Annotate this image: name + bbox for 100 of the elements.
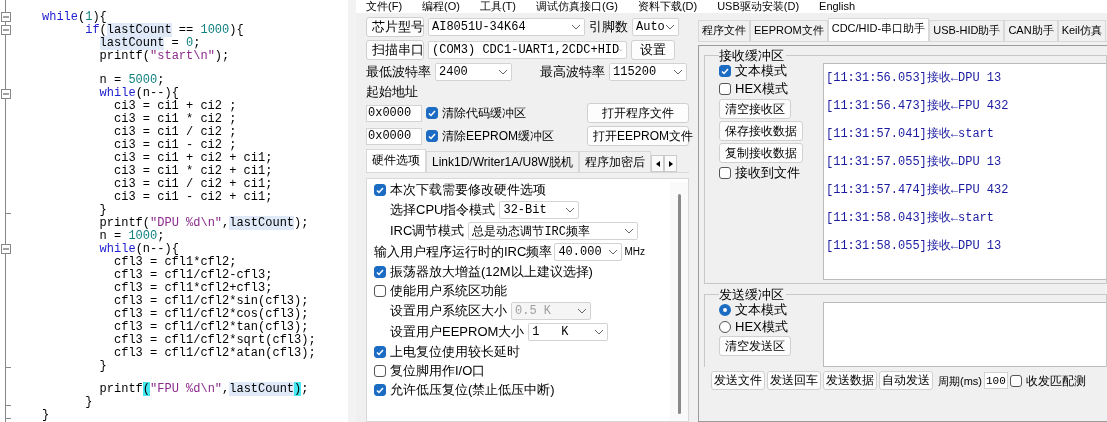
code-line: ci3 = ci1 * ci2 + ci1; [113,164,274,178]
code-line: ci3 = ci1 * ci2 ; [113,112,238,126]
code-line: cfl3 = cfl1/cfl2*atan(cfl3); [113,346,316,360]
code-line: } [42,409,51,422]
code-line: } [84,396,94,409]
radio-button[interactable] [719,304,731,316]
checkbox[interactable] [374,384,386,396]
settings-button[interactable]: 设置 [631,40,675,60]
group-title: 发送缓冲区 [719,287,786,302]
check-icon [376,386,384,394]
tab[interactable]: CDC/HID-串口助手 [827,18,930,41]
checkbox-label: 文本模式 [735,63,787,79]
checkbox[interactable] [374,365,386,377]
menu-item[interactable]: 工具(T) [479,0,516,13]
tab[interactable]: USB-HID助手 [929,20,1005,41]
checkbox[interactable] [426,107,438,119]
menu-item[interactable]: English [819,0,856,13]
clear-send-button[interactable]: 清空发送区 [719,336,791,356]
code-line: cfl3 = cfl1/cfl2*tan(cfl3); [113,320,309,334]
send-action-button[interactable]: 自动发送 [879,371,933,390]
max-baud-label: 最高波特率 [540,64,605,80]
frequency-combo[interactable]: 40.000 [554,243,623,261]
checkbox[interactable] [374,346,386,358]
radio-button[interactable] [719,321,731,333]
period-field[interactable]: 100 [984,372,1008,389]
checkbox-label: 接收到文件 [735,165,800,181]
dropdown[interactable]: AI8051U-34K64 [428,18,585,36]
address-field[interactable]: 0x0000 [366,104,422,122]
checkbox-label: 复位脚用作I/O口 [390,363,486,379]
scroll-left-icon[interactable] [651,155,665,172]
menu-item[interactable]: 资料下载(D) [637,0,698,13]
code-line: cfl3 = cfl1/cfl2*sin(cfl3); [113,294,310,308]
checkbox[interactable] [719,65,731,77]
scroll-right-icon[interactable] [664,155,678,172]
checkbox[interactable] [719,83,731,95]
check-icon [376,186,384,194]
option-label: 选择CPU指令模式 [390,202,496,218]
fold-icon[interactable] [1,243,11,254]
checkbox-label: 清除代码缓冲区 [442,105,526,121]
receive-button[interactable]: 保存接收数据 [719,121,803,141]
menu-item[interactable]: 编程(O) [422,0,460,13]
checkbox-label: 振荡器放大增益(12M以上建议选择) [390,264,593,280]
checkbox-label: 上电复位使用较长延时 [390,344,520,360]
dropdown[interactable]: 32-Bit [499,201,580,219]
tab[interactable]: Link1D/Writer1A/U8W脱机 [426,151,580,172]
checkbox[interactable] [719,167,731,179]
menu-item[interactable]: 调试仿真接口(G) [536,0,618,13]
option-label: 输入用户程序运行时的IRC频率 [374,244,553,260]
code-line: ci3 = ci1 + ci2 + ci1; [113,151,274,165]
tab[interactable]: 硬件选项 [366,149,426,172]
dropdown[interactable]: (COM3) CDC1-UART1,2CDC+HID [428,41,627,59]
send-field[interactable] [823,302,1106,367]
checkbox[interactable] [374,285,386,297]
code-line: ci3 = ci1 + ci2 ; [113,99,238,113]
radio-label: 文本模式 [735,302,787,318]
fold-end-icon [5,360,11,368]
dropdown[interactable]: 115200 [609,63,687,81]
code-line: cfl3 = cfl1*cfl2; [113,255,237,269]
chip-button[interactable]: 芯片型号 [366,17,424,37]
tab[interactable]: 程序加密后 [579,151,652,172]
checkbox[interactable] [1010,374,1022,387]
send-action-button[interactable]: 发送回车 [767,371,821,390]
tab[interactable]: CAN助手 [1004,20,1058,41]
fold-icon[interactable] [1,12,11,23]
send-action-button[interactable]: 发送文件 [711,371,765,390]
tab[interactable]: EEPROM文件 [750,20,828,41]
fold-icon[interactable] [1,89,11,100]
checkbox[interactable] [426,130,438,142]
checkbox[interactable] [374,266,386,278]
log-line: [11:31:56.053]接收←DPU 13 [826,70,1003,84]
dropdown[interactable]: Auto [632,18,679,36]
code-line: } [98,203,107,217]
log-line: [11:31:57.055]接收←DPU 13 [826,154,1003,168]
check-icon [721,67,729,75]
dropdown[interactable]: 1 K [528,323,609,341]
dropdown[interactable]: 总是动态调节IRC频率 [468,222,639,240]
dropdown[interactable]: 2400 [435,63,512,81]
radio-label: HEX模式 [735,319,788,335]
send-action-button[interactable]: 发送数据 [823,371,877,390]
option-label: IRC调节模式 [390,223,465,239]
checkbox-label: 使能用户系统区功能 [390,283,507,299]
code-line: cfl3 = cfl1/cfl2*cos(cfl3); [113,307,310,321]
tab[interactable]: 程序文件 [698,20,750,41]
fold-icon[interactable] [1,25,11,36]
log-line: [11:31:58.055]接收←DPU 13 [826,238,1003,252]
receive-button[interactable]: 清空接收区 [719,99,791,119]
menu-item[interactable]: 文件(F) [366,0,403,13]
address-field[interactable]: 0x0000 [366,127,422,145]
open-file-button[interactable]: 打开程序文件 [587,103,689,123]
scan-port-button[interactable]: 扫描串口 [366,40,424,60]
min-baud-label: 最低波特率 [366,64,431,80]
log-line: [11:31:56.473]接收←FPU 432 [826,98,1010,112]
menu-item[interactable]: USB驱动安装(D) [717,0,800,13]
receive-button[interactable]: 复制接收数据 [719,143,803,163]
code-line: printf("FPU %d\n",lastCount); [98,383,310,396]
checkbox[interactable] [374,184,386,196]
check-icon [428,132,436,140]
unit-label: MHz [624,245,645,259]
tab[interactable]: Keil仿真 [1057,20,1106,41]
scrollbar-thumb[interactable] [677,194,681,414]
